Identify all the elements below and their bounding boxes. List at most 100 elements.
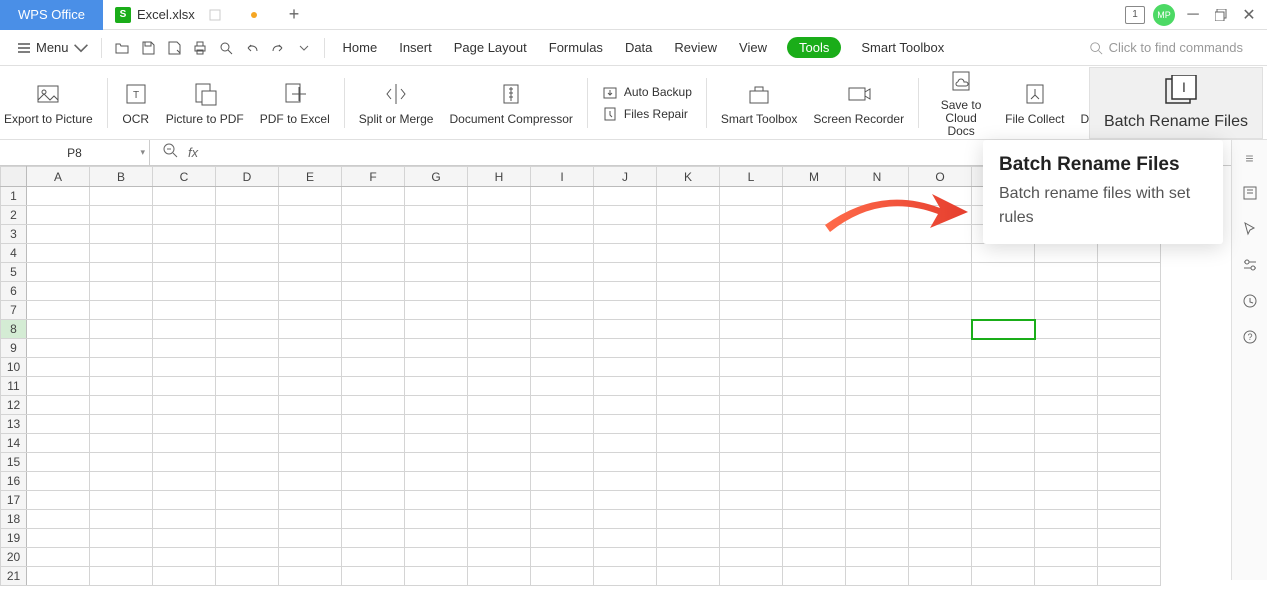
cell[interactable]	[972, 396, 1035, 415]
cell[interactable]	[531, 453, 594, 472]
cell[interactable]	[657, 529, 720, 548]
cell[interactable]	[342, 396, 405, 415]
ocr-button[interactable]: T OCR	[114, 66, 158, 140]
cell[interactable]	[1098, 453, 1161, 472]
cell[interactable]	[1035, 548, 1098, 567]
tab-smart-toolbox[interactable]: Smart Toolbox	[859, 36, 946, 59]
hamburger-menu-button[interactable]: Menu	[8, 30, 97, 66]
close-button[interactable]: ✕	[1239, 5, 1259, 25]
row-header[interactable]: 9	[1, 339, 27, 358]
cell[interactable]	[216, 434, 279, 453]
cell[interactable]	[468, 434, 531, 453]
cell[interactable]	[216, 263, 279, 282]
cell[interactable]	[27, 339, 90, 358]
cell[interactable]	[27, 187, 90, 206]
cell[interactable]	[1098, 434, 1161, 453]
cell[interactable]	[594, 415, 657, 434]
cell[interactable]	[1098, 244, 1161, 263]
cell[interactable]	[405, 434, 468, 453]
user-avatar[interactable]: MP	[1153, 4, 1175, 26]
cell[interactable]	[531, 415, 594, 434]
cell[interactable]	[405, 206, 468, 225]
redo-icon[interactable]	[270, 40, 286, 56]
cell[interactable]	[720, 244, 783, 263]
cell[interactable]	[846, 453, 909, 472]
cell[interactable]	[153, 472, 216, 491]
cell[interactable]	[720, 187, 783, 206]
cell[interactable]	[1098, 320, 1161, 339]
cell[interactable]	[720, 301, 783, 320]
cell[interactable]	[531, 339, 594, 358]
help-icon[interactable]: ?	[1241, 328, 1259, 346]
cell[interactable]	[1098, 339, 1161, 358]
cell[interactable]	[90, 396, 153, 415]
new-tab-button[interactable]: +	[289, 4, 300, 25]
cell[interactable]	[468, 301, 531, 320]
cell[interactable]	[720, 225, 783, 244]
column-header[interactable]: D	[216, 167, 279, 187]
tab-tools[interactable]: Tools	[787, 37, 841, 58]
cell[interactable]	[720, 320, 783, 339]
cell[interactable]	[720, 339, 783, 358]
cell[interactable]	[342, 529, 405, 548]
cell[interactable]	[405, 282, 468, 301]
cell[interactable]	[531, 567, 594, 586]
batch-rename-button[interactable]: I Batch Rename Files	[1089, 67, 1263, 139]
cell[interactable]	[153, 529, 216, 548]
cell[interactable]	[405, 529, 468, 548]
cell[interactable]	[342, 263, 405, 282]
cell[interactable]	[846, 510, 909, 529]
cell[interactable]	[405, 377, 468, 396]
cell[interactable]	[594, 396, 657, 415]
cell[interactable]	[90, 320, 153, 339]
cell[interactable]	[342, 510, 405, 529]
cell[interactable]	[153, 263, 216, 282]
cell[interactable]	[783, 358, 846, 377]
cell[interactable]	[279, 415, 342, 434]
cell[interactable]	[342, 301, 405, 320]
cell[interactable]	[531, 320, 594, 339]
cell[interactable]	[657, 263, 720, 282]
cell[interactable]	[153, 567, 216, 586]
cell[interactable]	[279, 206, 342, 225]
cell[interactable]	[153, 377, 216, 396]
cell[interactable]	[972, 358, 1035, 377]
undo-icon[interactable]	[244, 40, 260, 56]
cell[interactable]	[531, 206, 594, 225]
cell[interactable]	[909, 510, 972, 529]
cell[interactable]	[594, 320, 657, 339]
cell[interactable]	[531, 358, 594, 377]
cell[interactable]	[846, 415, 909, 434]
cell[interactable]	[594, 187, 657, 206]
cell[interactable]	[1035, 396, 1098, 415]
cell[interactable]	[405, 187, 468, 206]
cell[interactable]	[909, 282, 972, 301]
cell[interactable]	[972, 320, 1035, 339]
cell[interactable]	[1035, 567, 1098, 586]
cell[interactable]	[153, 396, 216, 415]
cell[interactable]	[27, 301, 90, 320]
cell[interactable]	[972, 453, 1035, 472]
cell[interactable]	[909, 263, 972, 282]
select-cursor-icon[interactable]	[1241, 220, 1259, 238]
row-header[interactable]: 3	[1, 225, 27, 244]
cell[interactable]	[342, 472, 405, 491]
cell[interactable]	[909, 548, 972, 567]
cell[interactable]	[972, 529, 1035, 548]
cell[interactable]	[153, 320, 216, 339]
cell[interactable]	[657, 187, 720, 206]
cell[interactable]	[90, 244, 153, 263]
cell[interactable]	[720, 567, 783, 586]
cell[interactable]	[720, 358, 783, 377]
row-header[interactable]: 12	[1, 396, 27, 415]
cell[interactable]	[594, 434, 657, 453]
cell[interactable]	[846, 263, 909, 282]
cell[interactable]	[846, 472, 909, 491]
cell[interactable]	[657, 472, 720, 491]
cell[interactable]	[972, 510, 1035, 529]
cell[interactable]	[846, 529, 909, 548]
cell[interactable]	[216, 548, 279, 567]
cell[interactable]	[1035, 415, 1098, 434]
cell[interactable]	[468, 377, 531, 396]
cell[interactable]	[27, 263, 90, 282]
